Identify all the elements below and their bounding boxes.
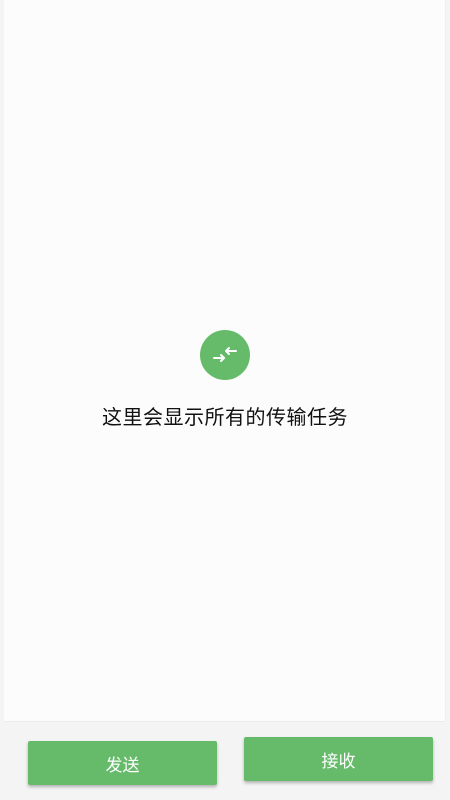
send-button[interactable]: 发送 xyxy=(28,741,217,785)
empty-state: 这里会显示所有的传输任务 xyxy=(0,330,450,431)
transfer-screen: 这里会显示所有的传输任务 发送 接收 xyxy=(0,0,450,800)
empty-state-message: 这里会显示所有的传输任务 xyxy=(102,405,348,429)
bottom-action-bar: 发送 接收 xyxy=(0,722,450,800)
transfer-arrows-glyph-icon xyxy=(213,347,237,362)
transfer-arrows-icon xyxy=(200,330,250,380)
receive-button[interactable]: 接收 xyxy=(244,737,433,781)
